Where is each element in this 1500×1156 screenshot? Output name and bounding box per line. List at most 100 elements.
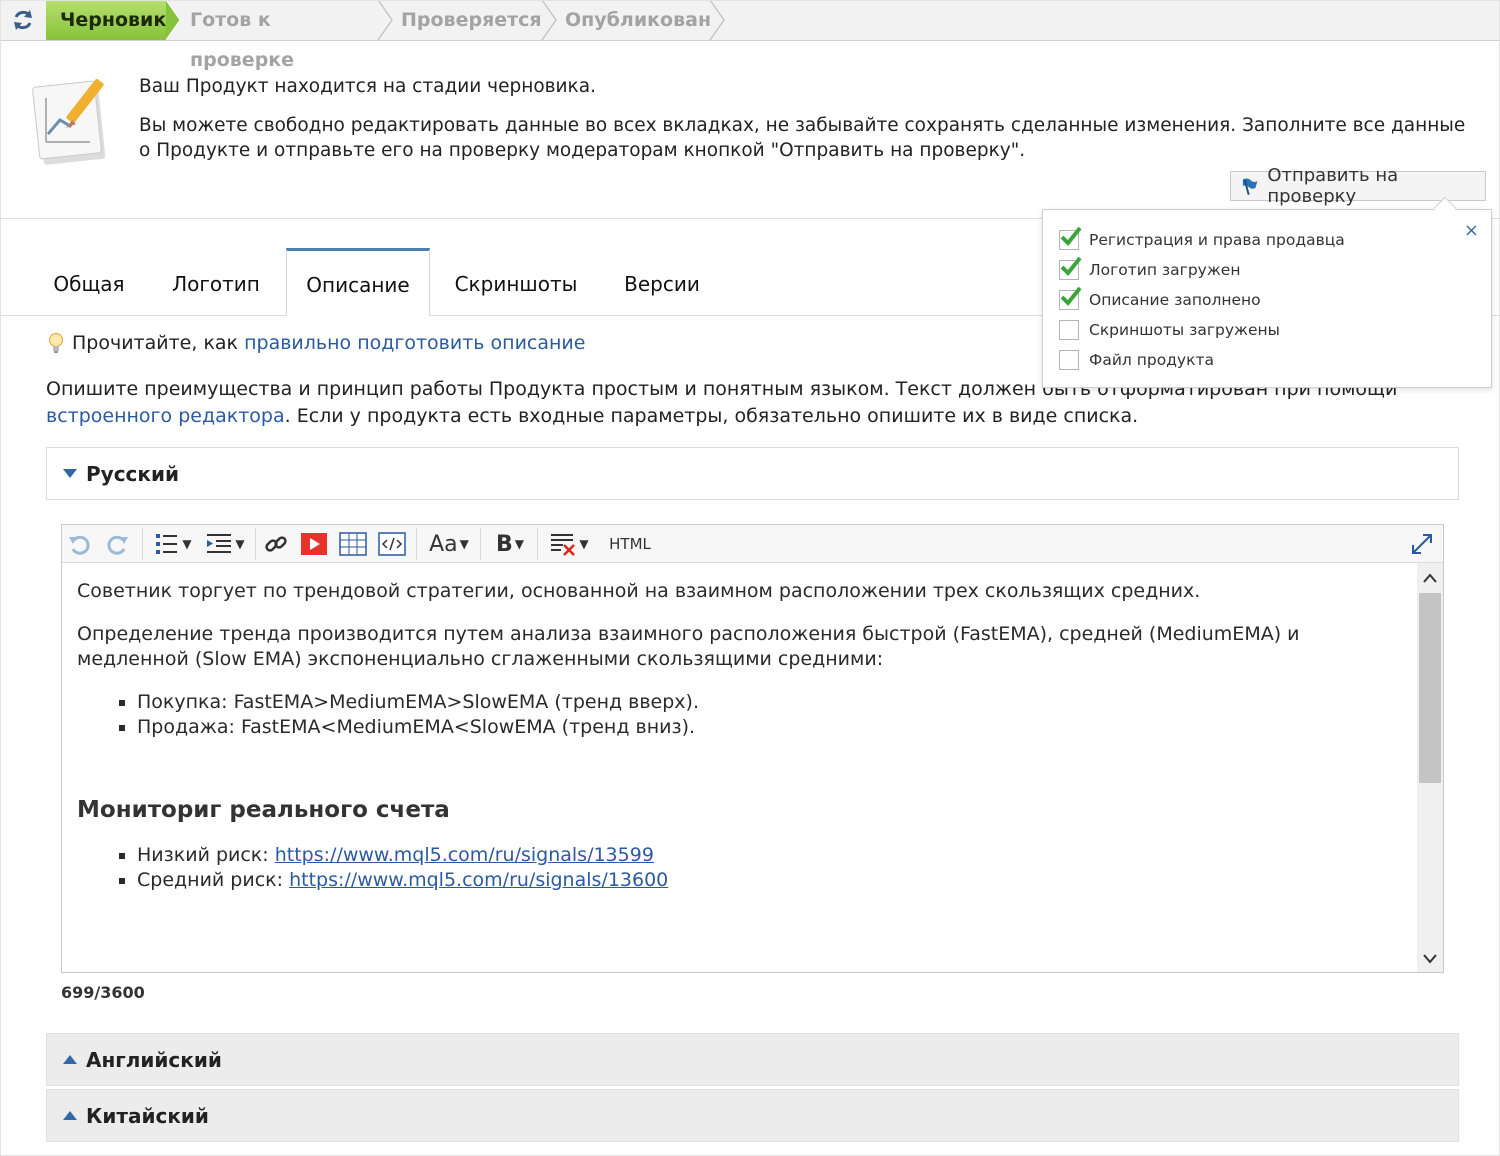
signals-list: Покупка: FastEMA>MediumEMA>SlowEMA (трен… bbox=[137, 690, 1402, 740]
step-draft: Черновик bbox=[46, 0, 166, 40]
redo-button[interactable] bbox=[103, 530, 131, 558]
close-icon[interactable]: × bbox=[1464, 220, 1479, 241]
scroll-up-button[interactable] bbox=[1417, 565, 1443, 591]
description-hint: Прочитайте, как правильно подготовить оп… bbox=[46, 331, 585, 355]
checklist-item-product-file: Файл продукта bbox=[1059, 347, 1214, 373]
collapse-triangle-icon bbox=[63, 469, 77, 478]
tab-logo[interactable]: Логотип bbox=[162, 248, 270, 316]
list-style-dropdown[interactable]: ▼ bbox=[150, 530, 196, 558]
link-icon bbox=[265, 536, 287, 552]
checklist-item-screenshots: Скриншоты загружены bbox=[1059, 317, 1280, 343]
draft-info: Ваш Продукт находится на стадии черновик… bbox=[139, 74, 1479, 177]
checklist-item-label: Описание заполнено bbox=[1089, 291, 1261, 309]
rich-text-editor: ▼ ▼ Aa ▼ B ▼ ▼ HTML Советник торгует по … bbox=[61, 524, 1444, 973]
language-panel-chinese[interactable]: Китайский bbox=[46, 1089, 1459, 1142]
chevron-down-icon: ▼ bbox=[459, 537, 469, 551]
font-size-dropdown[interactable]: Aa ▼ bbox=[424, 530, 474, 558]
lightbulb-icon bbox=[48, 332, 64, 353]
language-label: Русский bbox=[86, 461, 180, 486]
insert-link-button[interactable] bbox=[262, 530, 290, 558]
checkmark-icon bbox=[1060, 256, 1082, 276]
checklist-item-seller-rights: Регистрация и права продавца bbox=[1059, 226, 1345, 253]
bold-dropdown[interactable]: B ▼ bbox=[487, 530, 533, 558]
checkbox-unchecked bbox=[1059, 350, 1079, 370]
status-bar: Черновик Готов к проверке Проверяется Оп… bbox=[0, 0, 1500, 71]
chevron-down-icon: ▼ bbox=[235, 537, 245, 551]
tab-versions[interactable]: Версии bbox=[614, 248, 710, 316]
insert-video-button[interactable] bbox=[300, 530, 328, 558]
tab-screenshots[interactable]: Скриншоты bbox=[452, 248, 580, 316]
checklist-item-label: Регистрация и права продавца bbox=[1089, 231, 1345, 249]
redo-icon bbox=[107, 535, 128, 555]
desc-text-part2: . Если у продукта есть входные параметры… bbox=[284, 405, 1139, 427]
content-paragraph: Определение тренда производится путем ан… bbox=[77, 623, 1300, 670]
insert-code-button[interactable] bbox=[378, 530, 406, 558]
undo-button[interactable] bbox=[66, 530, 94, 558]
scroll-thumb[interactable] bbox=[1419, 593, 1441, 783]
expand-icon bbox=[1412, 534, 1432, 554]
checklist-item-description: Описание заполнено bbox=[1059, 286, 1261, 313]
list-item: Низкий риск: https://www.mql5.com/ru/sig… bbox=[137, 843, 1402, 868]
expand-triangle-icon bbox=[63, 1111, 77, 1120]
editor-content[interactable]: Советник торгует по трендовой стратегии,… bbox=[62, 563, 1417, 972]
bullet-list-icon bbox=[156, 534, 178, 554]
list-item-prefix: Средний риск: bbox=[137, 869, 290, 891]
content-paragraph: Советник торгует по трендовой стратегии,… bbox=[77, 580, 1201, 602]
insert-table-button[interactable] bbox=[339, 530, 367, 558]
editor-toolbar: ▼ ▼ Aa ▼ B ▼ ▼ HTML bbox=[62, 525, 1443, 563]
html-mode-button[interactable]: HTML bbox=[602, 530, 658, 558]
toolbar-separator bbox=[142, 528, 143, 560]
draft-info-line1: Ваш Продукт находится на стадии черновик… bbox=[139, 76, 596, 97]
list-item: Покупка: FastEMA>MediumEMA>SlowEMA (трен… bbox=[137, 690, 1402, 715]
hint-prefix: Прочитайте, как bbox=[72, 332, 239, 354]
list-item: Продажа: FastEMA<MediumEMA<SlowEMA (трен… bbox=[137, 715, 1402, 740]
checkbox-unchecked bbox=[1059, 320, 1079, 340]
hint-link[interactable]: правильно подготовить описание bbox=[244, 332, 585, 354]
chevron-down-icon: ▼ bbox=[514, 537, 524, 551]
language-label: Китайский bbox=[86, 1103, 209, 1128]
signal-link[interactable]: https://www.mql5.com/ru/signals/13600 bbox=[289, 869, 668, 891]
language-panel-english[interactable]: Английский bbox=[46, 1033, 1459, 1086]
chevron-down-icon bbox=[1423, 954, 1437, 964]
font-size-label: Aa bbox=[429, 531, 458, 557]
monitoring-list: Низкий риск: https://www.mql5.com/ru/sig… bbox=[137, 843, 1402, 893]
clear-format-dropdown[interactable]: ▼ bbox=[544, 530, 594, 558]
checkmark-icon bbox=[1060, 286, 1082, 306]
flag-icon bbox=[1242, 178, 1258, 195]
tab-description[interactable]: Описание bbox=[286, 248, 430, 316]
refresh-button[interactable] bbox=[0, 0, 46, 40]
submit-for-review-button[interactable]: Отправить на проверку bbox=[1230, 165, 1486, 207]
indent-icon bbox=[207, 534, 232, 553]
undo-icon bbox=[69, 535, 90, 555]
toolbar-separator bbox=[416, 528, 417, 560]
checklist-item-logo: Логотип загружен bbox=[1059, 256, 1240, 283]
step-arrow bbox=[709, 0, 725, 40]
chevron-down-icon: ▼ bbox=[182, 537, 192, 551]
editor-scrollbar[interactable] bbox=[1417, 563, 1443, 972]
fullscreen-button[interactable] bbox=[1408, 530, 1436, 558]
code-icon bbox=[378, 532, 406, 556]
scroll-down-button[interactable] bbox=[1417, 946, 1443, 972]
checkmark-icon bbox=[1060, 226, 1082, 246]
checkbox-checked bbox=[1059, 256, 1082, 280]
builtin-editor-link[interactable]: встроенного редактора bbox=[46, 405, 285, 427]
checklist-item-label: Файл продукта bbox=[1089, 351, 1214, 369]
list-item-prefix: Низкий риск: bbox=[137, 844, 275, 866]
indent-dropdown[interactable]: ▼ bbox=[200, 530, 250, 558]
bold-label: B bbox=[495, 531, 513, 557]
draft-info-line2: Вы можете свободно редактировать данные … bbox=[139, 115, 1466, 161]
signal-link[interactable]: https://www.mql5.com/ru/signals/13599 bbox=[275, 844, 654, 866]
expand-triangle-icon bbox=[63, 1055, 77, 1064]
checklist-item-label: Скриншоты загружены bbox=[1089, 321, 1280, 339]
step-ready-for-review: Готов к проверке bbox=[190, 9, 295, 71]
checkbox-checked bbox=[1059, 226, 1082, 250]
chevron-down-icon: ▼ bbox=[579, 537, 589, 551]
toolbar-separator bbox=[255, 528, 256, 560]
character-counter: 699/3600 bbox=[61, 983, 145, 1002]
refresh-icon bbox=[14, 10, 32, 30]
language-panel-russian[interactable]: Русский bbox=[46, 447, 1459, 500]
tab-general[interactable]: Общая bbox=[46, 248, 132, 316]
toolbar-separator bbox=[537, 528, 538, 560]
chevron-up-icon bbox=[1423, 573, 1437, 583]
table-icon bbox=[339, 532, 367, 556]
